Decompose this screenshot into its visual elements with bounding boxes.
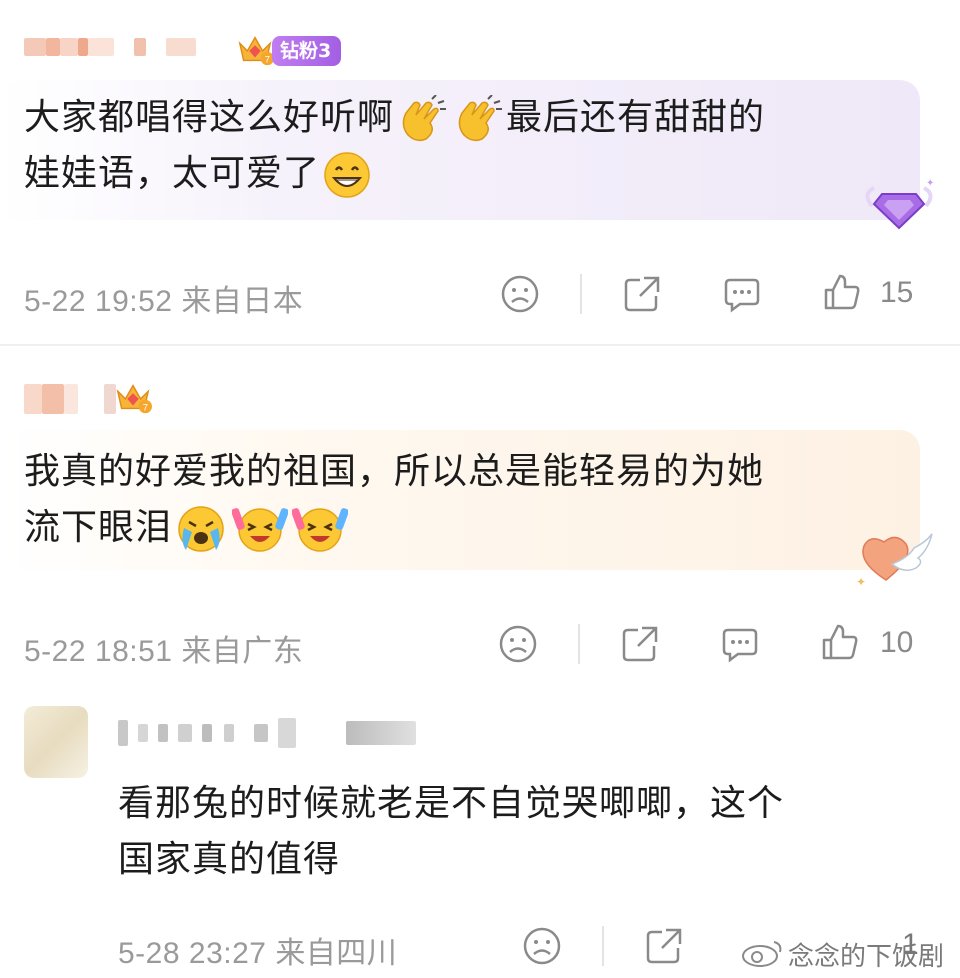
- username-blurred[interactable]: [24, 30, 196, 64]
- comment-bubble-icon[interactable]: [720, 624, 760, 664]
- svg-text:✦: ✦: [856, 575, 866, 589]
- comment-text-line1: 看那兔的时候就老是不自觉哭唧唧，这个: [118, 783, 785, 824]
- grinning-face-icon: [324, 152, 370, 198]
- comment-location: 来自日本: [181, 285, 304, 318]
- svg-text:✦: ✦: [926, 178, 934, 189]
- comment-location: 来自广东: [181, 635, 304, 668]
- divider: [602, 926, 604, 966]
- comment-text-line2: 娃娃语，太可爱了: [24, 153, 321, 194]
- share-icon[interactable]: [644, 926, 684, 966]
- comment-text-line2: 国家真的值得: [118, 839, 341, 880]
- diamond-decoration-icon: ✦: [865, 178, 934, 230]
- excited-face-icon: [292, 508, 349, 552]
- watermark-text: 念念的下饭剧: [788, 942, 945, 972]
- thumbs-up-icon[interactable]: [822, 272, 862, 312]
- divider: [0, 344, 960, 346]
- comment-time: 19:52: [94, 285, 173, 318]
- like-count: 15: [880, 276, 914, 309]
- comment-meta: 5-28 23:27 来自四川: [118, 928, 397, 972]
- svg-text:7: 7: [143, 402, 148, 413]
- comment-meta: 5-22 19:52 来自日本: [24, 276, 303, 320]
- frown-face-icon[interactable]: [500, 274, 540, 314]
- frown-face-icon[interactable]: [498, 624, 538, 664]
- comment-date: 5-28: [118, 937, 181, 970]
- comment-text: 大家都唱得这么好听啊 最后还有甜甜的 娃娃语，太可爱了: [24, 90, 765, 202]
- comment-date: 5-22: [24, 285, 87, 318]
- comment-text: 我真的好爱我的祖国，所以总是能轻易的为她 流下眼泪: [24, 444, 764, 556]
- crown-icon: 7: [116, 384, 152, 413]
- divider: [578, 624, 580, 664]
- svg-text:7: 7: [265, 54, 270, 65]
- fan-level-badge: 钻粉3: [272, 36, 342, 66]
- comment-date: 5-22: [24, 635, 87, 668]
- heart-dove-decoration-icon: ✦: [856, 533, 933, 589]
- frown-face-icon[interactable]: [522, 926, 562, 966]
- comment-text-line2: 流下眼泪: [24, 507, 173, 548]
- share-icon[interactable]: [620, 624, 660, 664]
- like-count: 1: [902, 928, 919, 961]
- comment-location: 来自四川: [275, 937, 398, 970]
- username-blurred[interactable]: [118, 716, 416, 750]
- divider: [580, 274, 582, 314]
- crying-face-icon: [178, 506, 224, 552]
- comment-time: 18:51: [94, 635, 173, 668]
- comment-text: 看那兔的时候就老是不自觉哭唧唧，这个 国家真的值得: [118, 776, 784, 888]
- comment-meta: 5-22 18:51 来自广东: [24, 626, 303, 670]
- like-count: 10: [880, 626, 914, 659]
- clapping-hands-icon: [458, 95, 503, 142]
- excited-face-icon: [232, 508, 289, 552]
- comment-bubble-icon[interactable]: [722, 274, 762, 314]
- thumbs-up-icon[interactable]: [820, 622, 860, 662]
- weibo-logo-icon: [742, 941, 782, 967]
- comment-text-line1: 大家都唱得这么好听啊: [24, 97, 395, 138]
- share-icon[interactable]: [622, 274, 662, 314]
- crown-icon: 7: [238, 36, 274, 65]
- comment-text-line1b: 最后还有甜甜的: [506, 97, 766, 138]
- clapping-hands-icon: [402, 95, 447, 142]
- comment-text-line1: 我真的好爱我的祖国，所以总是能轻易的为她: [24, 451, 765, 492]
- username-blurred[interactable]: [24, 382, 116, 416]
- comment-time: 23:27: [188, 937, 267, 970]
- avatar[interactable]: [24, 706, 88, 778]
